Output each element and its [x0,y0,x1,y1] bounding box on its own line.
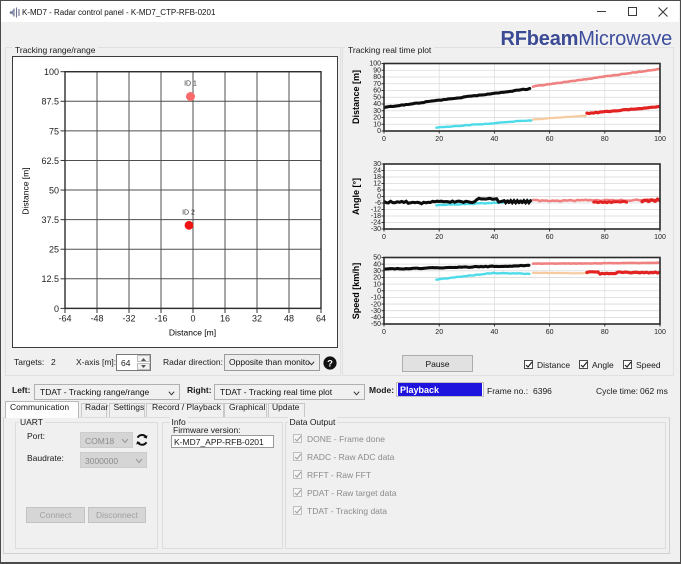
svg-text:40: 40 [491,329,499,336]
svg-text:16: 16 [220,314,230,324]
svg-text:Distance [m]: Distance [m] [351,70,361,124]
svg-text:64: 64 [316,314,326,324]
svg-text:40: 40 [491,234,499,241]
svg-text:?: ? [327,358,333,369]
svg-text:ID 1: ID 1 [184,81,197,88]
svg-text:-48: -48 [90,314,103,324]
svg-text:25: 25 [49,245,59,255]
svg-text:40: 40 [491,136,499,143]
svg-text:0: 0 [382,329,386,336]
svg-text:-50: -50 [371,321,381,328]
svg-text:-30: -30 [371,226,381,233]
svg-text:60: 60 [546,136,554,143]
svg-text:ID 2: ID 2 [182,209,195,216]
svg-text:100: 100 [654,234,666,241]
svg-text:0: 0 [54,304,59,314]
svg-text:100: 100 [654,136,666,143]
svg-text:0: 0 [190,314,195,324]
svg-text:60: 60 [546,234,554,241]
svg-text:48: 48 [284,314,294,324]
svg-text:Distance [m]: Distance [m] [21,167,31,214]
svg-text:20: 20 [435,234,443,241]
svg-text:100: 100 [654,329,666,336]
svg-text:75: 75 [49,126,59,136]
svg-text:-32: -32 [122,314,135,324]
svg-text:0: 0 [382,136,386,143]
svg-text:80: 80 [601,329,609,336]
svg-text:Angle [°]: Angle [°] [351,178,361,215]
svg-text:Distance [m]: Distance [m] [169,328,216,338]
svg-text:Speed [km/h]: Speed [km/h] [351,263,361,320]
svg-text:80: 80 [601,234,609,241]
svg-text:62.5: 62.5 [41,156,59,166]
svg-text:60: 60 [546,329,554,336]
svg-text:20: 20 [435,136,443,143]
svg-text:0: 0 [377,128,381,135]
svg-text:80: 80 [601,136,609,143]
svg-text:87.5: 87.5 [41,97,59,107]
svg-text:-64: -64 [58,314,71,324]
svg-text:50: 50 [49,185,59,195]
svg-text:37.5: 37.5 [41,215,59,225]
svg-text:100: 100 [44,67,59,77]
svg-text:12.5: 12.5 [41,274,59,284]
svg-text:32: 32 [252,314,262,324]
svg-text:0: 0 [382,234,386,241]
svg-text:20: 20 [435,329,443,336]
svg-text:-16: -16 [154,314,167,324]
